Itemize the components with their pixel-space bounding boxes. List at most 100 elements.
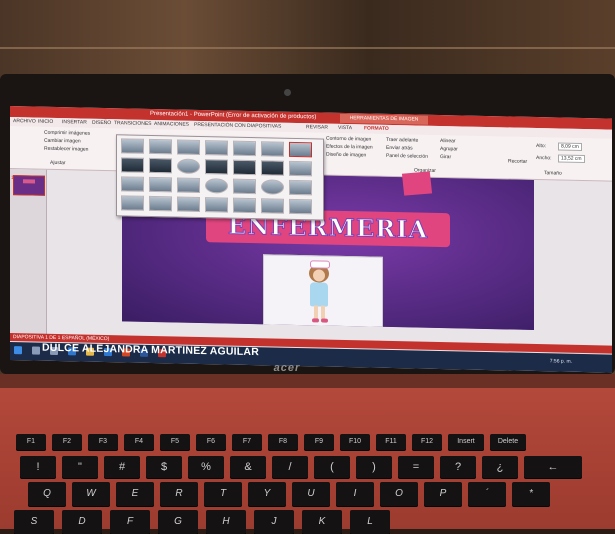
tab-revisar[interactable]: REVISAR xyxy=(306,124,328,130)
width-input[interactable]: 13,52 cm xyxy=(558,154,585,164)
key-inverted-question[interactable]: ¿ xyxy=(482,456,518,478)
key-e[interactable]: E xyxy=(116,482,154,506)
key-f7[interactable]: F7 xyxy=(232,434,262,450)
key-backspace[interactable]: ← xyxy=(524,456,582,478)
key-w[interactable]: W xyxy=(72,482,110,506)
key-hash[interactable]: # xyxy=(104,456,140,478)
key-f9[interactable]: F9 xyxy=(304,434,334,450)
picture-style-option[interactable] xyxy=(261,160,284,176)
compress-images-button[interactable]: Comprimir imágenes xyxy=(44,130,90,137)
tab-inicio[interactable]: INICIO xyxy=(38,119,53,125)
key-delete[interactable]: Delete xyxy=(490,434,526,450)
picture-style-option[interactable] xyxy=(233,178,256,195)
picture-style-option[interactable] xyxy=(177,158,200,174)
align-button[interactable]: Alinear xyxy=(440,138,456,144)
picture-effects-button[interactable]: Efectos de la imagen xyxy=(326,144,373,151)
key-f10[interactable]: F10 xyxy=(340,434,370,450)
key-slash[interactable]: / xyxy=(272,456,308,478)
key-exclam[interactable]: ! xyxy=(20,456,56,478)
key-o[interactable]: O xyxy=(380,482,418,506)
key-paren-open[interactable]: ( xyxy=(314,456,350,478)
picture-style-option[interactable] xyxy=(289,198,312,215)
tab-animaciones[interactable]: ANIMACIONES xyxy=(154,121,189,128)
picture-style-option[interactable] xyxy=(177,177,200,193)
tab-insertar[interactable]: INSERTAR xyxy=(62,119,87,126)
key-g[interactable]: G xyxy=(158,510,198,534)
picture-style-option[interactable] xyxy=(233,140,256,157)
slide-thumbnail[interactable] xyxy=(13,175,45,196)
rotate-button[interactable]: Girar xyxy=(440,154,451,160)
picture-style-option[interactable] xyxy=(233,197,256,214)
picture-style-option[interactable] xyxy=(261,141,284,157)
nurse-image[interactable] xyxy=(263,254,383,330)
picture-style-option[interactable] xyxy=(289,160,312,177)
picture-style-option[interactable] xyxy=(121,195,144,211)
picture-layout-button[interactable]: Diseño de imagen xyxy=(326,152,366,159)
key-q[interactable]: Q xyxy=(28,482,66,506)
picture-style-option[interactable] xyxy=(205,178,228,194)
key-f1[interactable]: F1 xyxy=(16,434,46,450)
key-quote[interactable]: " xyxy=(62,456,98,478)
selection-pane-button[interactable]: Panel de selección xyxy=(386,153,428,160)
key-asterisk[interactable]: * xyxy=(512,482,550,506)
change-image-button[interactable]: Cambiar imagen xyxy=(44,138,81,145)
height-input[interactable]: 8,09 cm xyxy=(558,142,582,151)
key-j[interactable]: J xyxy=(254,510,294,534)
start-icon[interactable] xyxy=(14,346,22,355)
picture-border-button[interactable]: Contorno de imagen xyxy=(326,136,371,143)
tab-formato[interactable]: FORMATO xyxy=(364,125,389,132)
search-icon[interactable] xyxy=(32,346,40,355)
key-u[interactable]: U xyxy=(292,482,330,506)
send-backward-button[interactable]: Enviar atrás xyxy=(386,145,413,152)
key-f2[interactable]: F2 xyxy=(52,434,82,450)
key-acute[interactable]: ´ xyxy=(468,482,506,506)
tab-vista[interactable]: VISTA xyxy=(338,125,352,131)
key-l[interactable]: L xyxy=(350,510,390,534)
key-i[interactable]: I xyxy=(336,482,374,506)
key-f12[interactable]: F12 xyxy=(412,434,442,450)
key-r[interactable]: R xyxy=(160,482,198,506)
picture-style-option[interactable] xyxy=(149,157,172,174)
key-k[interactable]: K xyxy=(302,510,342,534)
picture-style-option[interactable] xyxy=(205,159,228,175)
key-f3[interactable]: F3 xyxy=(88,434,118,450)
picture-style-option[interactable] xyxy=(121,176,144,192)
picture-style-option[interactable] xyxy=(261,198,284,214)
picture-style-option[interactable] xyxy=(121,157,144,173)
key-f11[interactable]: F11 xyxy=(376,434,406,450)
picture-style-option[interactable] xyxy=(121,138,144,154)
crop-button[interactable]: Recortar xyxy=(508,158,527,164)
reset-image-button[interactable]: Restablecer imagen xyxy=(44,146,88,153)
key-y[interactable]: Y xyxy=(248,482,286,506)
picture-style-option[interactable] xyxy=(205,197,228,213)
key-f6[interactable]: F6 xyxy=(196,434,226,450)
picture-style-option[interactable] xyxy=(289,179,312,196)
tab-presentacion[interactable]: PRESENTACIÓN CON DIAPOSITIVAS xyxy=(194,122,281,130)
key-f4[interactable]: F4 xyxy=(124,434,154,450)
picture-style-option[interactable] xyxy=(177,139,200,155)
key-f8[interactable]: F8 xyxy=(268,434,298,450)
key-d[interactable]: D xyxy=(62,510,102,534)
key-t[interactable]: T xyxy=(204,482,242,506)
picture-style-option[interactable] xyxy=(177,196,200,212)
key-s[interactable]: S xyxy=(14,510,54,534)
key-percent[interactable]: % xyxy=(188,456,224,478)
key-question[interactable]: ? xyxy=(440,456,476,478)
tab-archivo[interactable]: ARCHIVO xyxy=(13,118,36,124)
key-dollar[interactable]: $ xyxy=(146,456,182,478)
picture-styles-gallery[interactable] xyxy=(116,134,324,221)
key-p[interactable]: P xyxy=(424,482,462,506)
tab-diseno[interactable]: DISEÑO xyxy=(92,120,111,126)
bring-forward-button[interactable]: Traer adelante xyxy=(386,137,418,144)
tab-transiciones[interactable]: TRANSICIONES xyxy=(114,120,152,127)
key-insert[interactable]: Insert xyxy=(448,434,484,450)
group-button[interactable]: Agrupar xyxy=(440,146,458,152)
key-equals[interactable]: = xyxy=(398,456,434,478)
key-h[interactable]: H xyxy=(206,510,246,534)
key-amp[interactable]: & xyxy=(230,456,266,478)
picture-style-option[interactable] xyxy=(149,195,172,212)
picture-style-option[interactable] xyxy=(261,179,284,195)
picture-style-option[interactable] xyxy=(149,138,172,155)
key-paren-close[interactable]: ) xyxy=(356,456,392,478)
picture-style-option-selected[interactable] xyxy=(289,141,312,158)
